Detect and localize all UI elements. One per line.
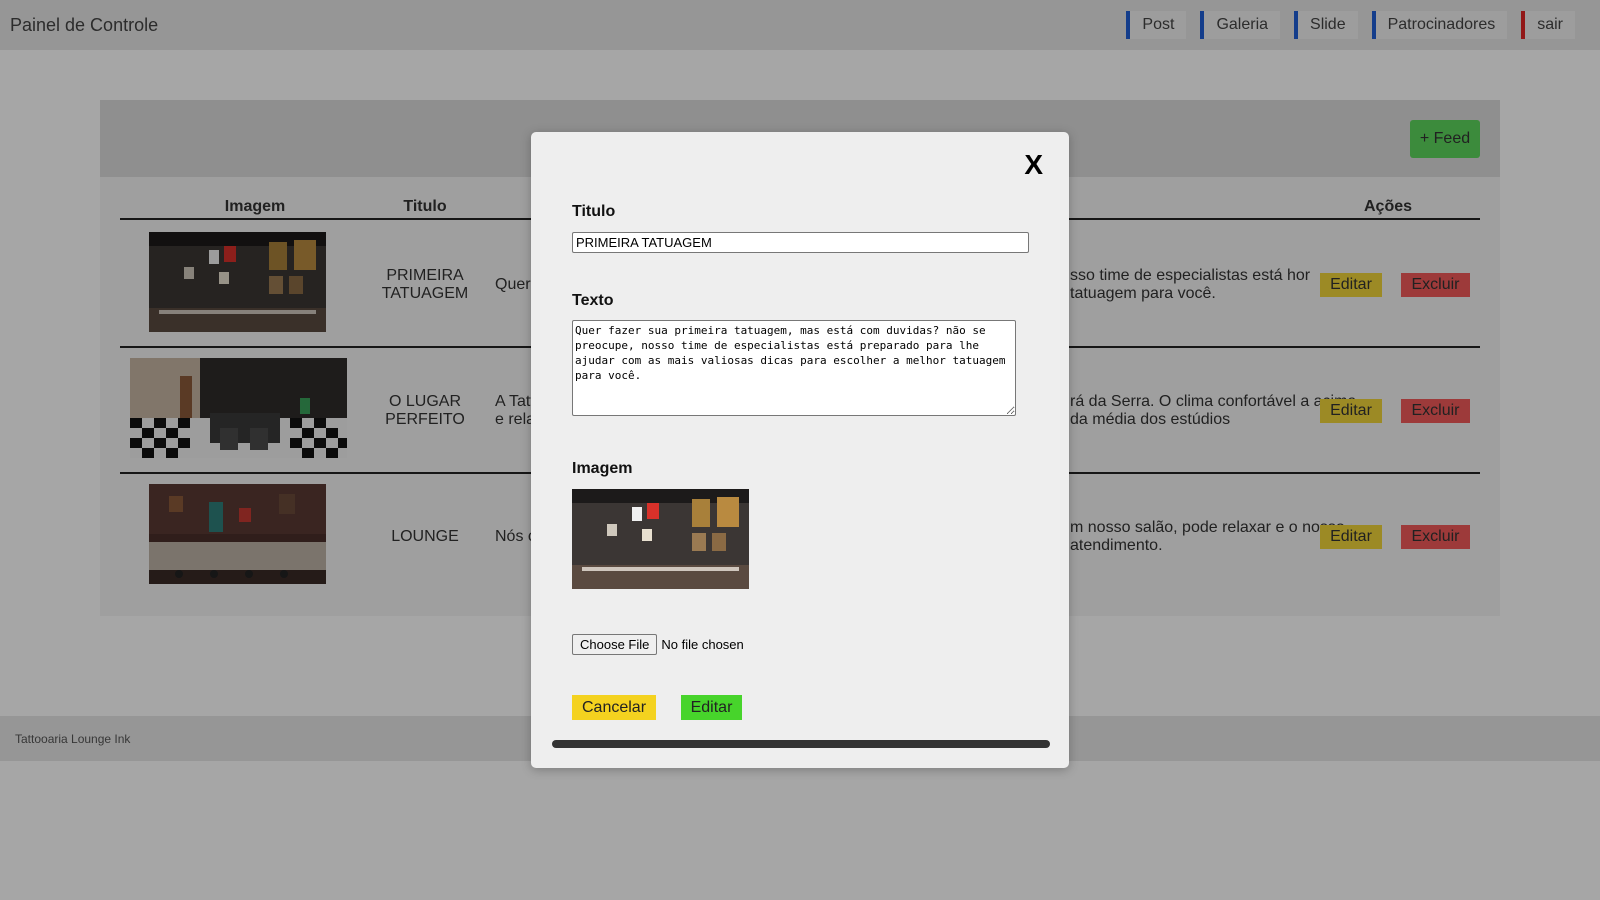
file-status: No file chosen (661, 637, 744, 652)
image-label: Imagem (572, 460, 633, 477)
text-field[interactable]: Quer fazer sua primeira tatuagem, mas es… (572, 320, 1016, 416)
save-edit-button[interactable]: Editar (681, 695, 742, 720)
image-preview (572, 489, 749, 589)
title-label: Titulo (572, 203, 616, 220)
file-input: Choose File No file chosen (572, 634, 744, 655)
cancel-button[interactable]: Cancelar (572, 695, 656, 720)
choose-file-button[interactable]: Choose File (572, 634, 658, 655)
horizontal-scrollbar[interactable] (552, 740, 1050, 748)
text-label: Texto (572, 292, 614, 309)
title-input[interactable] (572, 232, 1029, 253)
close-icon[interactable]: X (1024, 150, 1043, 180)
edit-feed-modal: X Titulo Texto Quer fazer sua primeira t… (531, 132, 1069, 768)
